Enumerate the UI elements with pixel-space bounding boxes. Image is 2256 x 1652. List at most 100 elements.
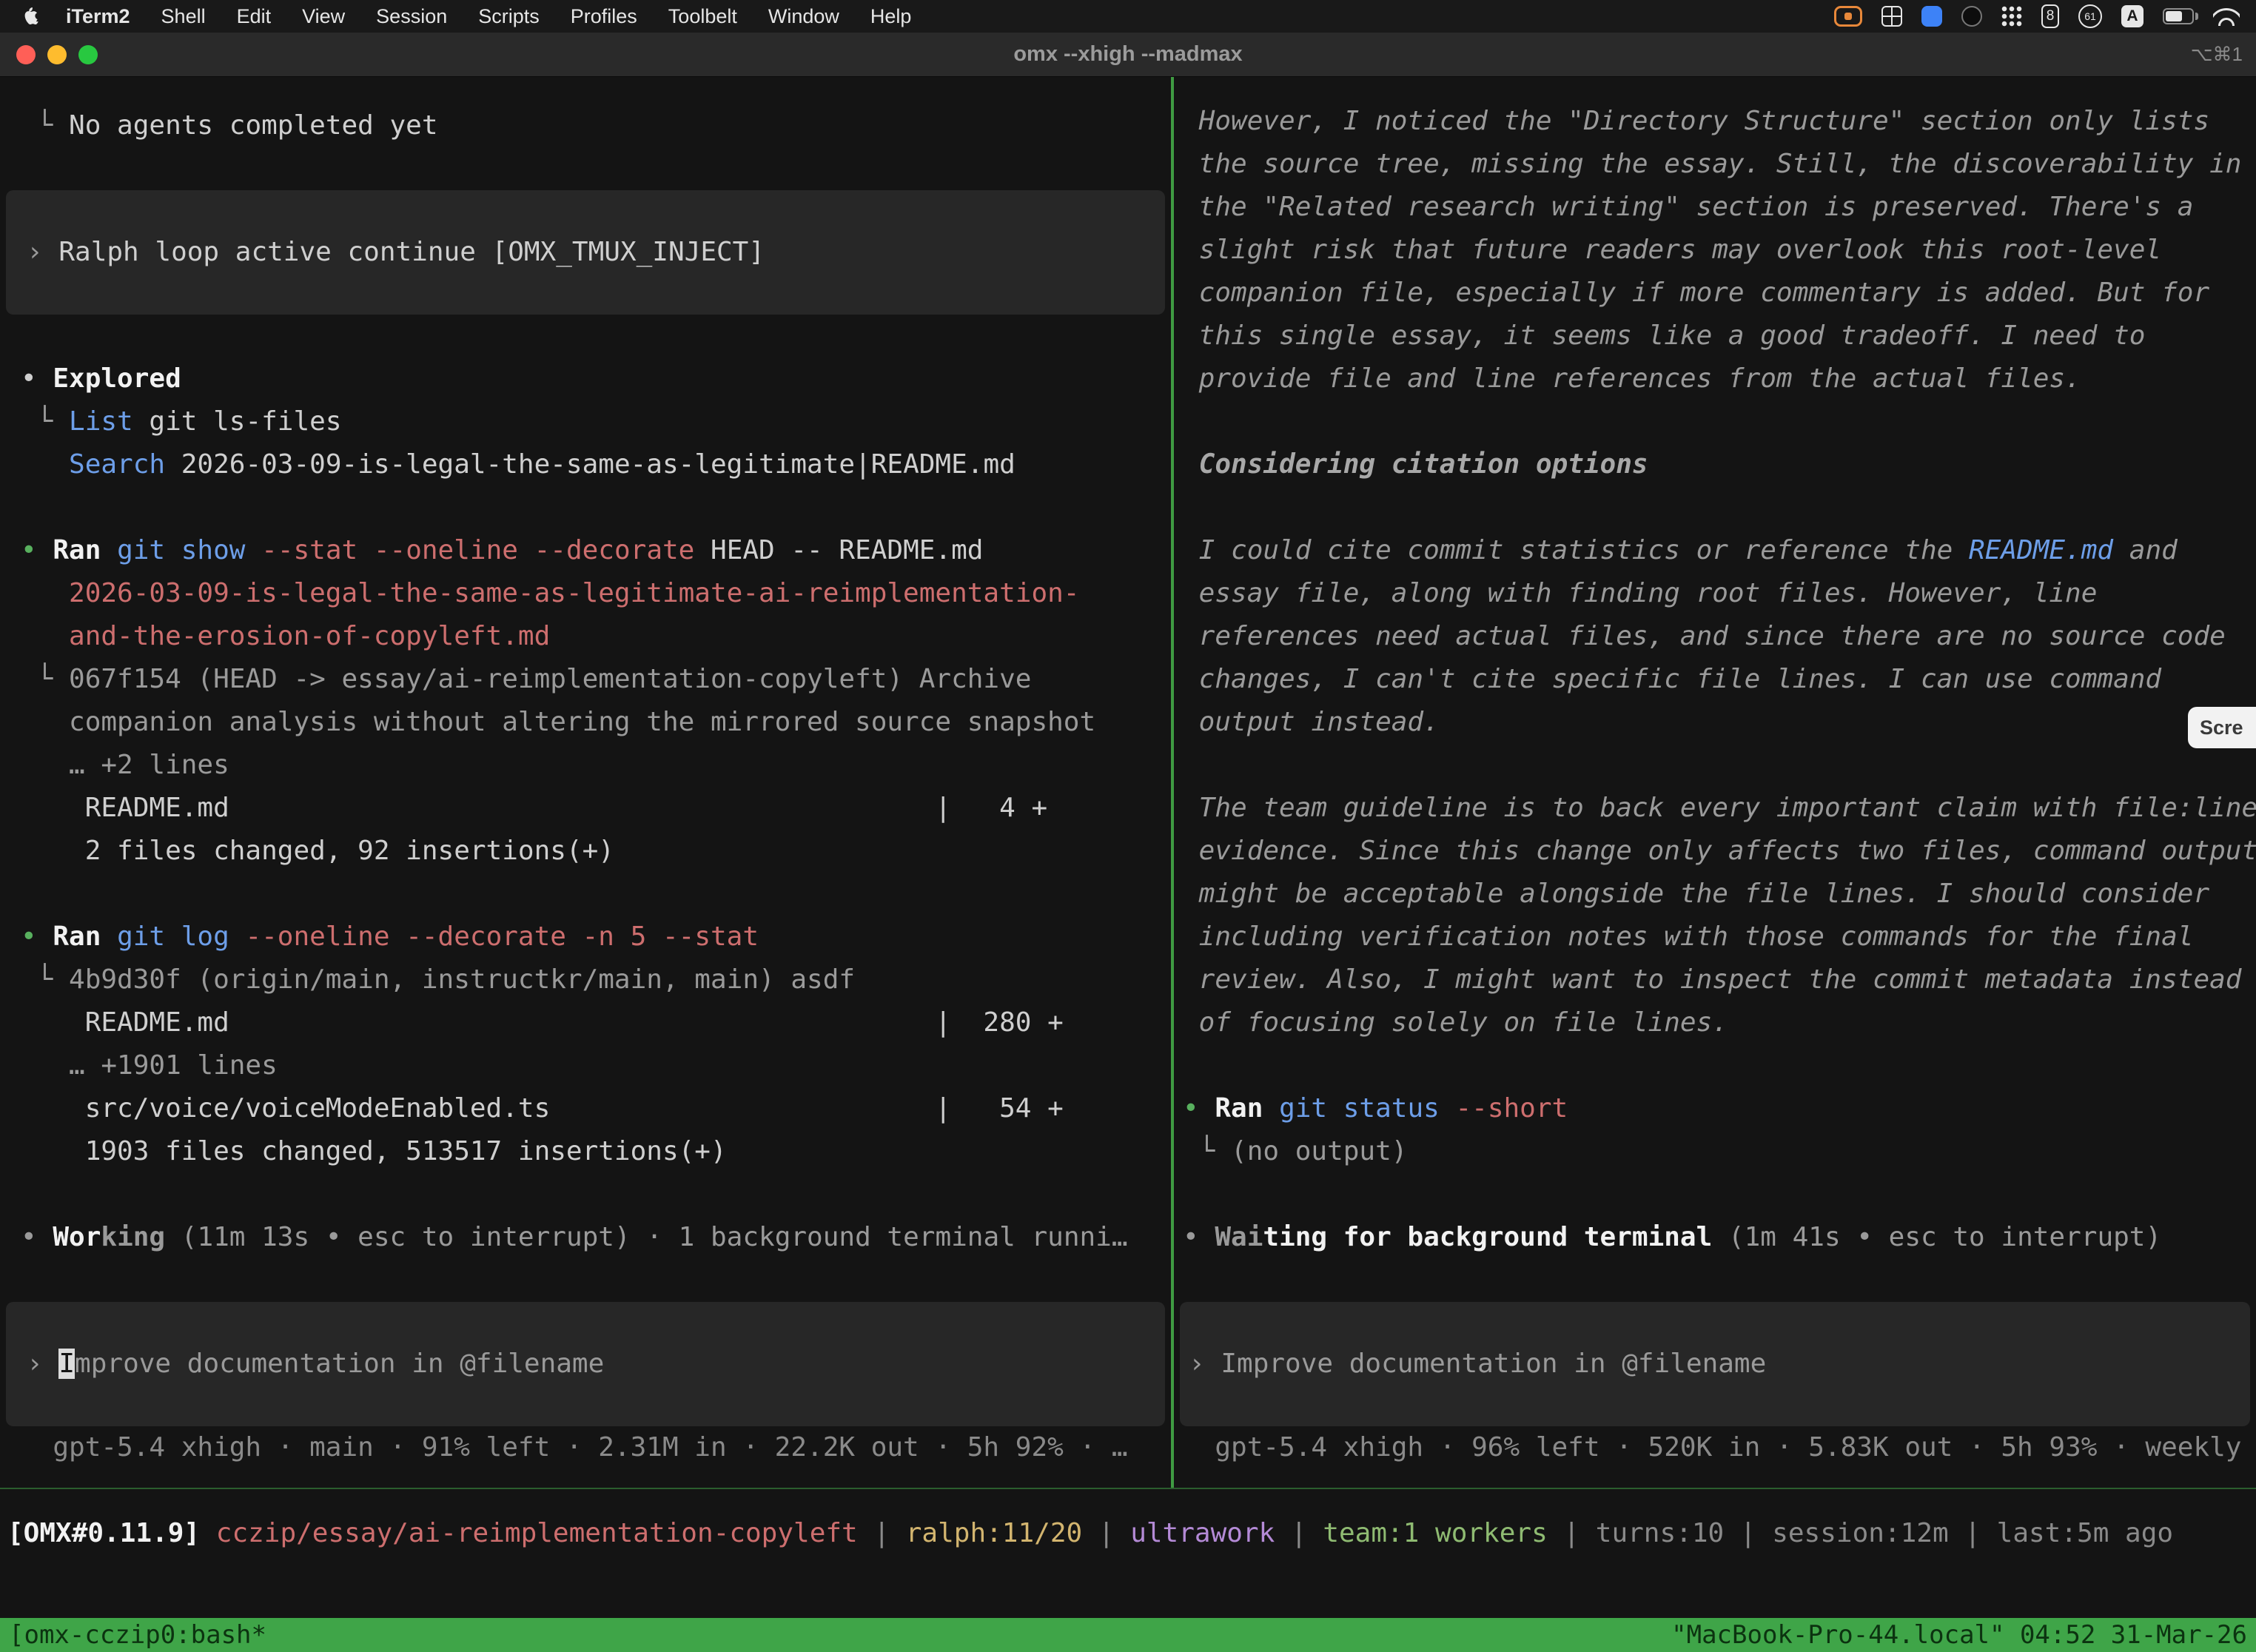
text-segment: output instead. — [1183, 707, 1440, 737]
menu-item-session[interactable]: Session — [360, 5, 463, 28]
minimize-button[interactable] — [47, 45, 67, 64]
terminal: └ No agents completed yet › Ralph loop ac… — [0, 77, 2256, 1652]
menu-item-toolbelt[interactable]: Toolbelt — [653, 5, 753, 28]
text-segment: README.md | 4 + — [21, 793, 1047, 823]
text-segment: README.md — [1969, 535, 2113, 565]
text-segment: | — [1548, 1518, 1596, 1548]
left-pane[interactable]: └ No agents completed yet › Ralph loop ac… — [0, 77, 1171, 1488]
text-segment: ralph:11/20 — [906, 1518, 1082, 1548]
blank-line — [1174, 744, 2256, 787]
terminal-line: slight risk that future readers may over… — [1174, 229, 2256, 272]
text-segment: session:12m — [1772, 1518, 1948, 1548]
text-segment: • — [21, 535, 53, 565]
app-grid-icon[interactable] — [1881, 6, 1902, 27]
text-segment: | — [1949, 1518, 1997, 1548]
terminal-line: changes, I can't cite specific file line… — [1174, 658, 2256, 701]
text-segment: Search — [69, 449, 165, 480]
text-segment: git status — [1263, 1093, 1439, 1124]
omx-status-line: [OMX#0.11.9] cczip/essay/ai-reimplementa… — [7, 1512, 2256, 1555]
terminal-line: The team guideline is to back every impo… — [1174, 787, 2256, 830]
text-segment: companion analysis without altering the … — [21, 707, 1095, 737]
menu-status-icons: 8 61 A — [1834, 4, 2244, 28]
text-segment: • — [1183, 1093, 1215, 1124]
terminal-line: review. Also, I might want to inspect th… — [1174, 958, 2256, 1001]
prompt-input[interactable]: › Improve documentation in @filename — [1180, 1302, 2250, 1426]
tool-call-git-status: • Ran git status --short — [1174, 1087, 2256, 1130]
terminal-line: output instead. — [1174, 701, 2256, 744]
terminal-line: README.md | 4 + — [0, 787, 1171, 830]
blank-line — [1174, 1044, 2256, 1087]
tool-call-git-log: • Ran git log --oneline --decorate -n 5 … — [0, 916, 1171, 958]
text-segment: provide file and line references from th… — [1183, 363, 2081, 394]
text-segment: turns:10 — [1596, 1518, 1724, 1548]
menu-item-edit[interactable]: Edit — [221, 5, 287, 28]
terminal-line: 2 files changed, 92 insertions(+) — [0, 830, 1171, 873]
menu-item-scripts[interactable]: Scripts — [463, 5, 555, 28]
text-segment: essay file, along with finding root file… — [1183, 578, 2097, 608]
text-segment: might be acceptable alongside the file l… — [1183, 879, 2209, 909]
text-segment: the "Related research writing" section i… — [1183, 192, 2193, 222]
text-segment: Explored — [53, 363, 181, 394]
text-segment: src/voice/voiceModeEnabled.ts | 54 + — [21, 1093, 1064, 1124]
menu-item-shell[interactable]: Shell — [146, 5, 221, 28]
window-shortcut-badge: ⌥⌘1 — [2191, 43, 2243, 66]
widget-8-icon[interactable]: 8 — [2041, 4, 2059, 28]
text-segment: --stat --oneline --decorate — [245, 535, 694, 565]
text-segment: › — [27, 1349, 58, 1379]
blank-line — [0, 1259, 1171, 1302]
dark-app-icon[interactable] — [1961, 6, 1982, 27]
text-segment: evidence. Since this change only affects… — [1183, 836, 2256, 866]
screen-share-overlay[interactable]: Scre — [2188, 707, 2256, 748]
menu-item-window[interactable]: Window — [753, 5, 855, 28]
menu-item-help[interactable]: Help — [855, 5, 927, 28]
menu-item-view[interactable]: View — [286, 5, 360, 28]
text-segment: last:5m ago — [1997, 1518, 2173, 1548]
text-segment: [OMX#0.11.9] — [7, 1518, 216, 1548]
menu-bar: iTerm2ShellEditViewSessionScriptsProfile… — [0, 0, 2256, 33]
working-status-line: • Working (11m 13s • esc to interrupt) ·… — [0, 1216, 1171, 1259]
right-pane[interactable]: However, I noticed the "Directory Struct… — [1174, 77, 2256, 1488]
text-segment: changes, I can't cite specific file line… — [1183, 664, 2161, 694]
window-title-bar[interactable]: omx --xhigh --madmax ⌥⌘1 — [0, 33, 2256, 77]
text-segment: 2 files changed, 92 insertions(+) — [21, 836, 614, 866]
text-segment: Ran — [1215, 1093, 1263, 1124]
text-segment: | — [1724, 1518, 1772, 1548]
text-segment: No agents completed yet — [69, 110, 438, 141]
terminal-line: However, I noticed the "Directory Struct… — [1174, 100, 2256, 143]
blue-app-icon[interactable] — [1921, 6, 1942, 27]
zoom-button[interactable] — [78, 45, 98, 64]
battery-percentage-icon[interactable]: 61 — [2078, 4, 2102, 28]
text-segment: └ 4b9d30f (origin/main, instructkr/main,… — [21, 964, 855, 995]
text-segment: … +2 lines — [21, 750, 229, 780]
text-segment: • — [21, 921, 53, 952]
prompt-input[interactable]: › Improve documentation in @filename — [6, 1302, 1165, 1426]
screen-recording-indicator[interactable] — [1834, 6, 1862, 27]
menu-item-profiles[interactable]: Profiles — [555, 5, 653, 28]
text-segment: └ — [21, 110, 69, 141]
apple-menu[interactable] — [12, 6, 50, 27]
text-segment: HEAD -- README.md — [694, 535, 983, 565]
text-segment: 2026-03-09-is-legal-the-same-as-legitima… — [165, 449, 1015, 480]
text-segment: (11m 13s • esc to interrupt) · 1 backgro… — [165, 1222, 1127, 1252]
terminal-line: provide file and line references from th… — [1174, 357, 2256, 400]
text-segment: Wai — [1215, 1222, 1263, 1252]
terminal-line: the source tree, missing the essay. Stil… — [1174, 143, 2256, 186]
terminal-line: I could cite commit statistics or refere… — [1174, 529, 2256, 572]
close-button[interactable] — [16, 45, 36, 64]
terminal-line: └ 4b9d30f (origin/main, instructkr/main,… — [0, 958, 1171, 1001]
text-segment: • — [21, 363, 53, 394]
dots-grid-icon[interactable] — [2001, 6, 2022, 27]
blank-line — [1174, 400, 2256, 443]
input-source-icon[interactable]: A — [2121, 5, 2143, 27]
battery-icon[interactable] — [2163, 8, 2194, 24]
agents-status-line: └ No agents completed yet — [0, 104, 1171, 147]
tmux-panes: └ No agents completed yet › Ralph loop ac… — [0, 77, 2256, 1488]
tmux-status-bar: [omx-cczip0:bash* "MacBook-Pro-44.local"… — [0, 1618, 2256, 1652]
tool-call-git-show: • Ran git show --stat --oneline --decora… — [0, 529, 1171, 572]
ralph-loop-banner[interactable]: › Ralph loop active continue [OMX_TMUX_I… — [6, 190, 1165, 315]
menu-item-iterm2[interactable]: iTerm2 — [50, 5, 146, 28]
text-segment: including verification notes with those … — [1183, 921, 2193, 952]
terminal-line: of focusing solely on file lines. — [1174, 1001, 2256, 1044]
wifi-icon[interactable] — [2213, 7, 2240, 26]
text-segment: The team guideline is to back every impo… — [1183, 793, 2256, 823]
